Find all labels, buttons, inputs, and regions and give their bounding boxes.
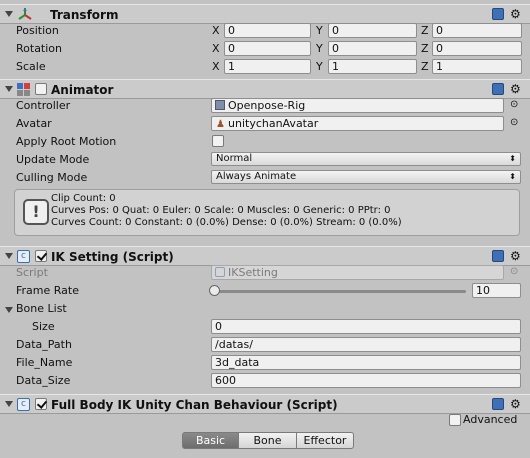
component-title: Animator xyxy=(51,83,114,97)
script-label: Script xyxy=(16,266,48,279)
position-label: Position xyxy=(16,24,59,37)
tab-bone[interactable]: Bone xyxy=(238,432,297,449)
animator-icon xyxy=(17,83,30,96)
help-book-icon[interactable] xyxy=(492,8,504,20)
avatar-icon: ♟ xyxy=(216,119,225,130)
axis-y-label: Y xyxy=(316,42,323,55)
size-field[interactable]: 0 xyxy=(211,319,521,334)
info-icon: ! xyxy=(23,199,49,225)
gear-icon[interactable]: ⚙ xyxy=(510,397,521,411)
axis-x-label: X xyxy=(212,60,220,73)
curves-count-text: Curves Count: 0 Constant: 0 (0.0%) Dense… xyxy=(51,217,402,228)
clip-count-text: Clip Count: 0 xyxy=(51,193,116,204)
position-z-field[interactable]: 0 xyxy=(432,23,522,38)
component-title: Full Body IK Unity Chan Behaviour (Scrip… xyxy=(51,398,338,412)
full-body-ik-header[interactable]: c Full Body IK Unity Chan Behaviour (Scr… xyxy=(0,394,530,414)
ik-setting-header[interactable]: c IK Setting (Script) ⚙ xyxy=(0,246,530,266)
dropdown-arrow-icon: ⬍ xyxy=(509,154,516,163)
script-field: IKSetting xyxy=(211,265,504,280)
culling-mode-dropdown[interactable]: Always Animate ⬍ xyxy=(211,170,521,184)
file-name-label: File_Name xyxy=(16,356,73,369)
avatar-label: Avatar xyxy=(16,117,52,130)
foldout-arrow-icon[interactable] xyxy=(5,86,13,92)
apply-root-motion-label: Apply Root Motion xyxy=(16,135,117,148)
dropdown-arrow-icon: ⬍ xyxy=(509,172,516,181)
culling-mode-label: Culling Mode xyxy=(16,171,88,184)
size-label: Size xyxy=(32,320,55,333)
gear-icon[interactable]: ⚙ xyxy=(510,249,521,263)
object-picker-icon[interactable]: ⊙ xyxy=(510,117,518,128)
help-book-icon[interactable] xyxy=(492,250,504,262)
component-title: IK Setting (Script) xyxy=(51,250,174,264)
data-path-label: Data_Path xyxy=(16,338,72,351)
frame-rate-slider-track[interactable] xyxy=(214,290,466,293)
transform-icon xyxy=(18,8,32,20)
update-mode-dropdown[interactable]: Normal ⬍ xyxy=(211,152,521,166)
script-icon: c xyxy=(17,398,30,411)
full-body-ik-enabled-checkbox[interactable] xyxy=(35,398,47,410)
foldout-arrow-icon[interactable] xyxy=(5,11,13,17)
rotation-label: Rotation xyxy=(16,42,63,55)
axis-y-label: Y xyxy=(316,24,323,37)
controller-label: Controller xyxy=(16,99,71,112)
axis-z-label: Z xyxy=(421,60,429,73)
controller-value: Openpose-Rig xyxy=(228,99,306,112)
axis-z-label: Z xyxy=(421,24,429,37)
animator-controller-icon xyxy=(215,100,225,110)
scale-x-field[interactable]: 1 xyxy=(224,59,311,74)
foldout-arrow-icon[interactable] xyxy=(5,307,13,313)
tab-effector[interactable]: Effector xyxy=(296,432,354,449)
axis-z-label: Z xyxy=(421,42,429,55)
ik-setting-enabled-checkbox[interactable] xyxy=(35,250,47,262)
avatar-field[interactable]: ♟ unitychanAvatar xyxy=(211,116,504,131)
gear-icon[interactable]: ⚙ xyxy=(510,7,521,21)
rotation-z-field[interactable]: 0 xyxy=(432,41,522,56)
update-mode-label: Update Mode xyxy=(16,153,90,166)
axis-y-label: Y xyxy=(316,60,323,73)
curves-pos-text: Curves Pos: 0 Quat: 0 Euler: 0 Scale: 0 … xyxy=(51,205,391,216)
object-picker-icon: ⊙ xyxy=(510,266,519,277)
advanced-checkbox[interactable] xyxy=(449,414,461,426)
data-size-label: Data_Size xyxy=(16,374,71,387)
frame-rate-field[interactable]: 10 xyxy=(472,283,521,298)
frame-rate-slider-thumb[interactable] xyxy=(209,285,220,296)
help-book-icon[interactable] xyxy=(492,398,504,410)
help-book-icon[interactable] xyxy=(492,83,504,95)
script-icon: c xyxy=(17,250,30,263)
data-path-field[interactable]: /datas/ xyxy=(211,337,521,352)
rotation-y-field[interactable]: 0 xyxy=(328,41,417,56)
foldout-arrow-icon[interactable] xyxy=(5,401,13,407)
file-name-field[interactable]: 3d_data xyxy=(211,355,521,370)
advanced-label: Advanced xyxy=(463,413,518,426)
rotation-x-field[interactable]: 0 xyxy=(224,41,311,56)
controller-field[interactable]: Openpose-Rig xyxy=(211,98,504,113)
animator-info-box: ! Clip Count: 0 Curves Pos: 0 Quat: 0 Eu… xyxy=(14,189,520,236)
script-file-icon xyxy=(215,267,225,277)
apply-root-motion-checkbox[interactable] xyxy=(212,135,224,147)
gear-icon[interactable]: ⚙ xyxy=(510,82,521,96)
object-picker-icon[interactable]: ⊙ xyxy=(510,99,518,110)
animator-enabled-checkbox[interactable] xyxy=(35,83,47,95)
axis-x-label: X xyxy=(212,24,220,37)
scale-label: Scale xyxy=(16,60,46,73)
bone-list-label[interactable]: Bone List xyxy=(16,302,67,315)
position-y-field[interactable]: 0 xyxy=(328,23,417,38)
component-title: Transform xyxy=(50,8,119,22)
avatar-value: unitychanAvatar xyxy=(228,117,319,130)
position-x-field[interactable]: 0 xyxy=(224,23,311,38)
transform-header[interactable]: Transform ⚙ xyxy=(0,4,530,24)
scale-z-field[interactable]: 1 xyxy=(432,59,522,74)
culling-mode-value: Always Animate xyxy=(216,171,297,182)
script-value: IKSetting xyxy=(228,266,278,279)
data-size-field[interactable]: 600 xyxy=(211,373,521,388)
update-mode-value: Normal xyxy=(216,153,253,164)
scale-y-field[interactable]: 1 xyxy=(328,59,417,74)
animator-header[interactable]: Animator ⚙ xyxy=(0,79,530,99)
axis-x-label: X xyxy=(212,42,220,55)
foldout-arrow-icon[interactable] xyxy=(5,253,13,259)
frame-rate-label: Frame Rate xyxy=(16,284,79,297)
tab-basic[interactable]: Basic xyxy=(182,432,239,449)
